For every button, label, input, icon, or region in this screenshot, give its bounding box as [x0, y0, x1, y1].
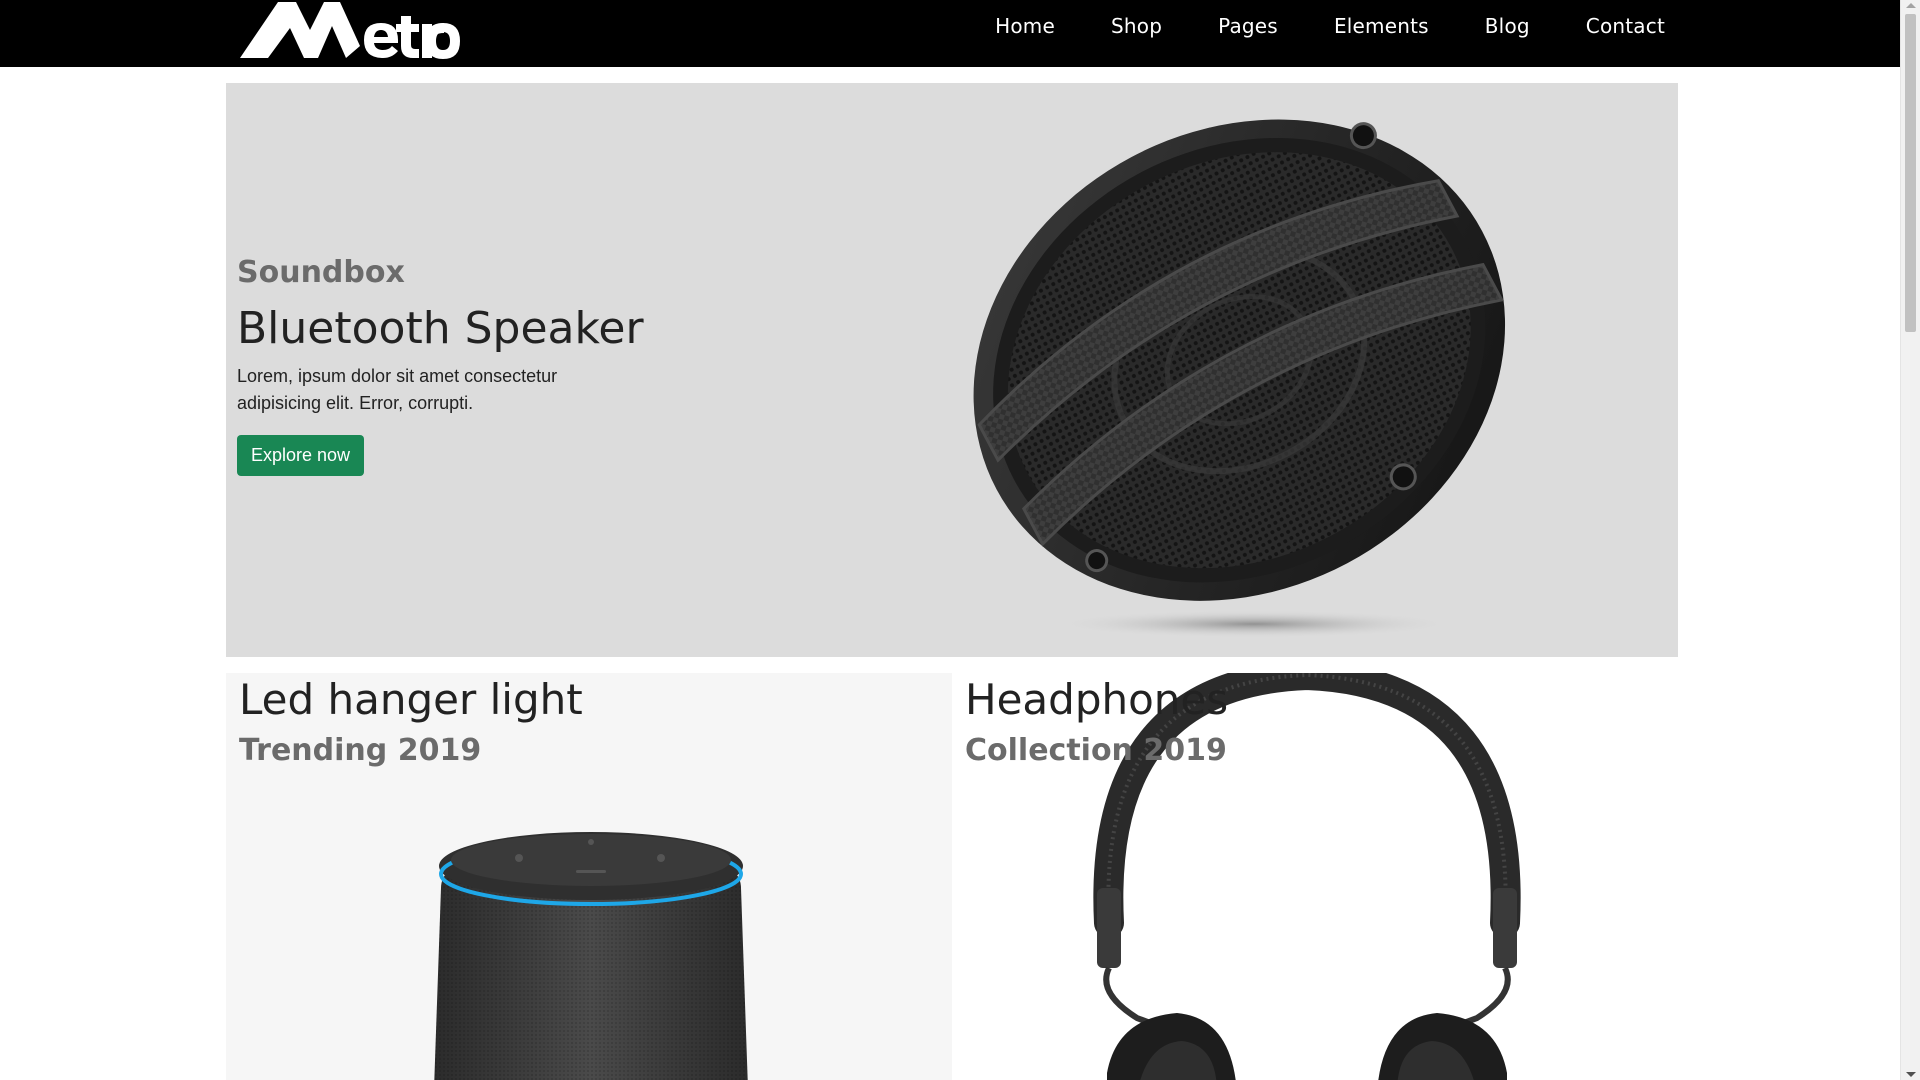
hero-text: Soundbox Bluetooth Speaker Lorem, ipsum …: [237, 255, 757, 476]
explore-now-button[interactable]: Explore now: [237, 435, 365, 476]
card-subtitle: Collection 2019: [965, 733, 1227, 768]
page-scrollbar[interactable]: [1900, 0, 1920, 1080]
metro-logo-mark: [240, 2, 460, 59]
scroll-up-arrow-icon[interactable]: [1906, 3, 1916, 8]
scroll-down-arrow-icon[interactable]: [1906, 1072, 1916, 1077]
hero-description: Lorem, ipsum dolor sit amet consectetur …: [237, 366, 558, 413]
metro-logo[interactable]: [238, 0, 463, 60]
nav-shop[interactable]: Shop: [1111, 14, 1162, 38]
hero-subtitle: Soundbox: [237, 255, 405, 290]
card-title: Headphones: [965, 675, 1229, 724]
nav-blog[interactable]: Blog: [1485, 14, 1530, 38]
card-title: Led hanger light: [239, 675, 583, 724]
scroll-thumb[interactable]: [1905, 14, 1916, 332]
nav-elements[interactable]: Elements: [1334, 14, 1429, 38]
page-viewport: Home Shop Pages Elements Blog Contact So…: [0, 0, 1900, 1080]
card-subtitle: Trending 2019: [239, 733, 482, 768]
navbar: Home Shop Pages Elements Blog Contact: [0, 0, 1900, 67]
car-speaker-image: [944, 89, 1544, 649]
hero-banner: Soundbox Bluetooth Speaker Lorem, ipsum …: [226, 83, 1678, 657]
nav-contact[interactable]: Contact: [1586, 14, 1665, 38]
smart-speaker-image: [411, 818, 771, 1080]
nav-home[interactable]: Home: [995, 14, 1055, 38]
product-card-headphones[interactable]: Headphones Collection 2019: [952, 673, 1678, 1080]
hero-title: Bluetooth Speaker: [237, 303, 644, 354]
nav-pages[interactable]: Pages: [1218, 14, 1278, 38]
main-nav: Home Shop Pages Elements Blog Contact: [995, 0, 1665, 52]
product-card-led-hanger-light[interactable]: Led hanger light Trending 2019: [226, 673, 952, 1080]
